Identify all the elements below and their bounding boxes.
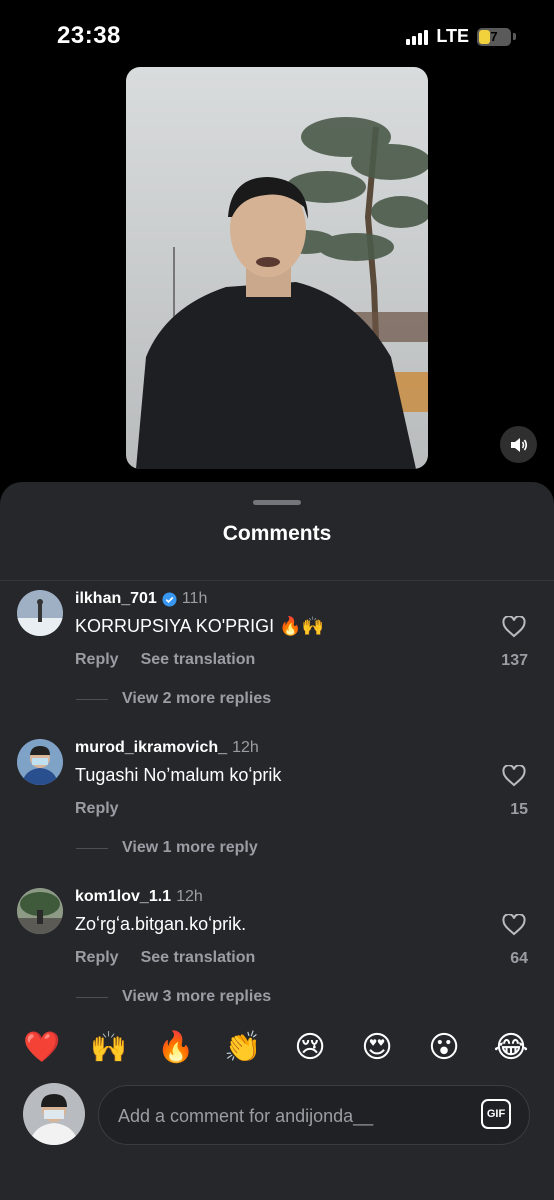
emoji-fire-button[interactable]: 🔥 [156, 1028, 196, 1068]
comment-time: 12h [232, 739, 259, 756]
comment-username[interactable]: ilkhan_701 [75, 590, 157, 608]
gif-button[interactable]: GIF [481, 1099, 511, 1129]
like-heart-icon[interactable] [502, 914, 526, 936]
like-count: 137 [501, 652, 528, 669]
sheet-grabber[interactable] [253, 500, 301, 505]
comment-text: KORRUPSIYA KO'PRIGI 🔥🙌 [75, 616, 324, 636]
see-translation-button[interactable]: See translation [141, 949, 256, 967]
reply-button[interactable]: Reply [75, 651, 119, 669]
reply-button[interactable]: Reply [75, 800, 119, 818]
comment-input[interactable] [116, 1086, 460, 1146]
battery-level: 7 [490, 29, 498, 44]
current-user-avatar [23, 1083, 85, 1145]
view-replies-label: View 3 more replies [122, 988, 272, 1005]
verified-badge-icon [162, 591, 177, 607]
battery-icon: 7 [477, 27, 511, 46]
view-replies-button[interactable]: View 2 more replies [76, 690, 271, 708]
see-translation-button[interactable]: See translation [141, 651, 256, 669]
reply-thread-line [76, 996, 108, 998]
sound-toggle-button[interactable] [500, 426, 537, 463]
emoji-clap-button[interactable]: 👏 [223, 1028, 263, 1068]
comment-time: 12h [176, 888, 203, 905]
emoji-laughing-button[interactable]: 😂 [491, 1028, 531, 1068]
emoji-raised-hands-button[interactable]: 🙌 [89, 1028, 129, 1068]
gif-label: GIF [486, 1108, 506, 1120]
network-label: LTE [436, 26, 469, 46]
comment-username[interactable]: kom1lov_1.1 [75, 888, 171, 906]
status-time: 23:38 [57, 22, 121, 49]
reply-button[interactable]: Reply [75, 949, 119, 967]
view-replies-button[interactable]: View 1 more reply [76, 839, 258, 857]
like-heart-icon[interactable] [502, 616, 526, 638]
like-count: 64 [510, 950, 528, 967]
like-count: 15 [510, 801, 528, 818]
sheet-title: Comments [222, 522, 332, 545]
emoji-surprised-button[interactable]: 😮 [424, 1028, 464, 1068]
view-replies-label: View 2 more replies [122, 690, 272, 707]
comment-text: Tugashi Noʼmalum koʻprik [75, 765, 282, 785]
avatar[interactable] [17, 888, 63, 934]
comment-username[interactable]: murod_ikramovich_ [75, 739, 227, 757]
emoji-heart-eyes-button[interactable]: 😍 [357, 1028, 397, 1068]
view-replies-button[interactable]: View 3 more replies [76, 988, 271, 1006]
reply-thread-line [76, 847, 108, 849]
emoji-crying-button[interactable]: 😢 [290, 1028, 330, 1068]
comment-header: ilkhan_701 11h [75, 590, 207, 608]
speaker-icon [510, 437, 527, 452]
avatar[interactable] [17, 590, 63, 636]
divider [0, 580, 554, 581]
comment-composer: GIF [98, 1085, 530, 1146]
video-frame-image [126, 67, 428, 469]
status-indicators: LTE 7 [406, 26, 516, 47]
comment-header: kom1lov_1.1 12h [75, 888, 203, 906]
video-player[interactable] [126, 67, 428, 469]
comment-text: Zoʻrgʻa.bitgan.koʻprik. [75, 914, 247, 934]
comment-time: 11h [181, 590, 208, 607]
avatar[interactable] [17, 739, 63, 785]
reply-thread-line [76, 698, 108, 700]
like-heart-icon[interactable] [502, 765, 526, 787]
emoji-heart-button[interactable]: ❤️ [22, 1028, 62, 1068]
comment-header: murod_ikramovich_ 12h [75, 739, 259, 757]
emoji-reaction-bar: ❤️ 🙌 🔥 👏 😢 😍 😮 😂 [0, 1028, 554, 1068]
view-replies-label: View 1 more reply [122, 839, 258, 856]
signal-icon [406, 29, 429, 45]
